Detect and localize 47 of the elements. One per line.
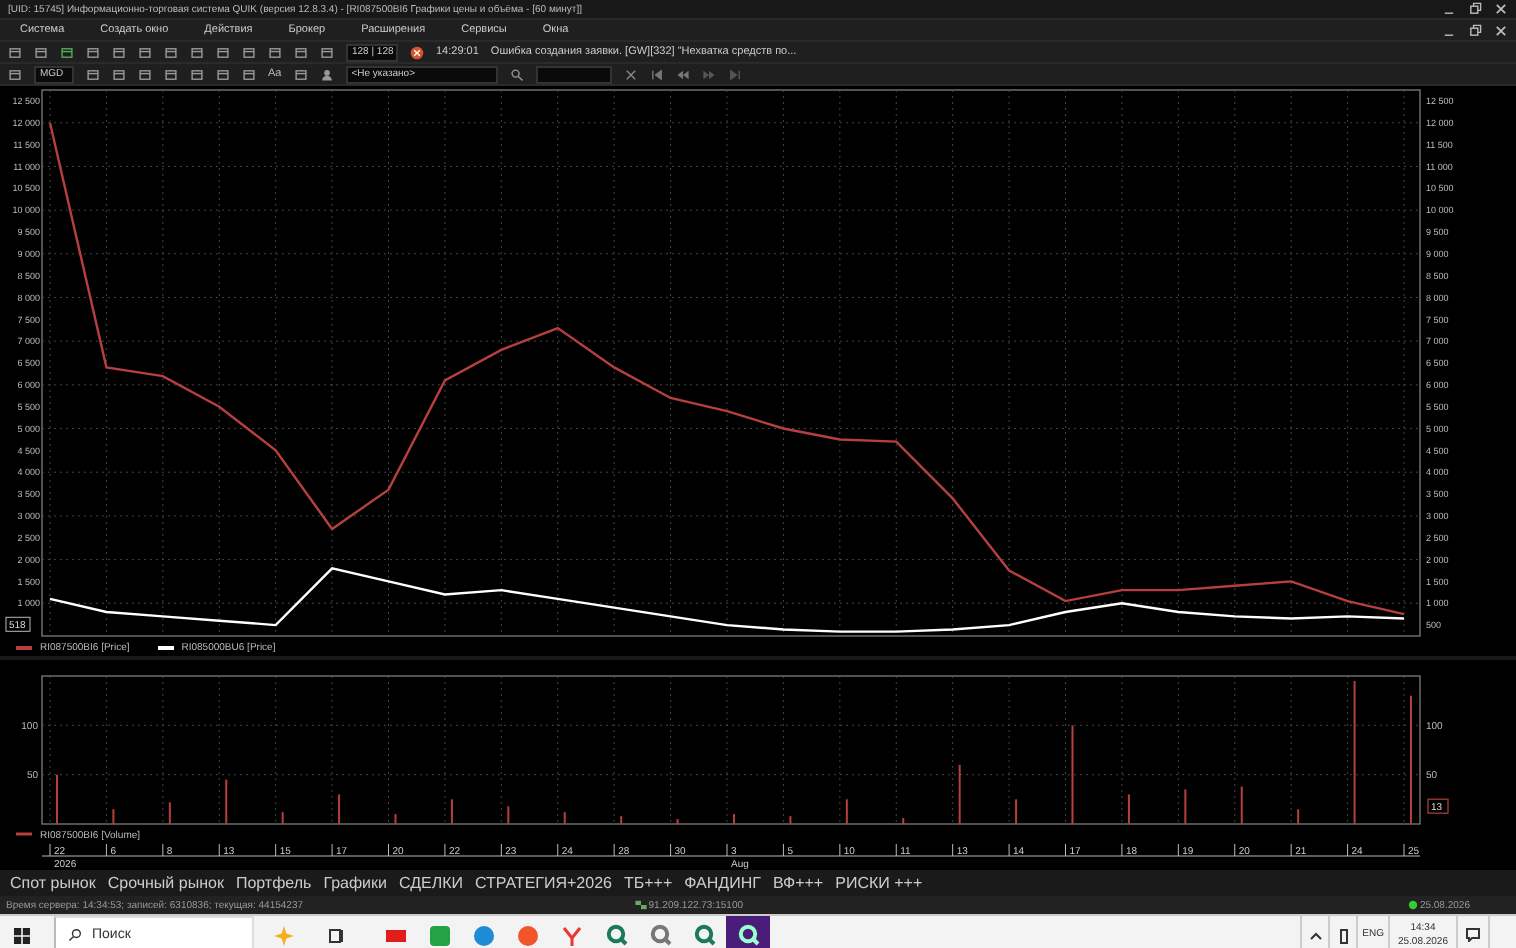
status-dot-icon — [1405, 898, 1420, 912]
tab[interactable]: Портфель — [229, 874, 318, 892]
restore-icon[interactable] — [1468, 2, 1482, 16]
search-field[interactable] — [535, 65, 612, 83]
toolbar-icon[interactable] — [190, 45, 204, 59]
tab[interactable]: ФАНДИНГ — [678, 874, 767, 892]
toolbar-icon[interactable] — [294, 45, 308, 59]
toolbar-icon[interactable] — [138, 67, 152, 81]
toolbar-icon[interactable] — [293, 67, 308, 81]
toolbar-icon[interactable] — [164, 45, 178, 59]
toolbar-icon[interactable] — [86, 45, 100, 59]
toolbar-icon[interactable] — [164, 67, 178, 81]
toolbar-icon[interactable] — [242, 45, 256, 59]
tab[interactable]: СДЕЛКИ — [393, 874, 470, 892]
tab[interactable]: ТБ+++ — [617, 874, 679, 892]
tab[interactable]: Графики — [317, 874, 393, 892]
toolbar-icon[interactable] — [34, 45, 48, 59]
search-icon — [68, 928, 82, 942]
close-icon[interactable] — [1494, 23, 1508, 37]
search-icon[interactable] — [509, 67, 524, 81]
network-icon — [634, 898, 649, 912]
tab[interactable]: ВФ+++ — [766, 874, 830, 892]
toolbar-icon[interactable] — [268, 45, 282, 59]
error-icon — [410, 45, 424, 59]
tab[interactable]: РИСКИ +++ — [829, 874, 929, 892]
toolbar-icon[interactable] — [190, 67, 204, 81]
restore-icon[interactable] — [1468, 23, 1482, 37]
toolbar-icon[interactable] — [138, 45, 152, 59]
toolbar-icon[interactable] — [216, 67, 230, 81]
toolbar-icon[interactable] — [242, 67, 256, 81]
close-icon[interactable] — [1494, 2, 1508, 16]
tab[interactable]: Спот рынок — [4, 874, 102, 892]
app-icon[interactable] — [726, 916, 770, 948]
tab[interactable]: Срочный рынок — [101, 874, 230, 892]
toolbar-icon[interactable] — [8, 67, 22, 81]
toolbar-icon[interactable] — [112, 67, 126, 81]
toolbar-icon[interactable] — [112, 45, 126, 59]
toolbar-icon[interactable] — [320, 45, 334, 59]
tab[interactable]: СТРАТЕГИЯ+2026 — [469, 874, 618, 892]
toolbar-icon[interactable] — [60, 45, 74, 59]
toolbar-icon[interactable] — [86, 67, 100, 81]
toolbar-icon[interactable] — [216, 45, 230, 59]
toolbar-icon[interactable] — [8, 45, 22, 59]
user-icon — [319, 67, 334, 81]
windows-icon — [14, 927, 30, 943]
first-icon[interactable] — [649, 67, 664, 81]
close-icon[interactable] — [623, 67, 638, 81]
